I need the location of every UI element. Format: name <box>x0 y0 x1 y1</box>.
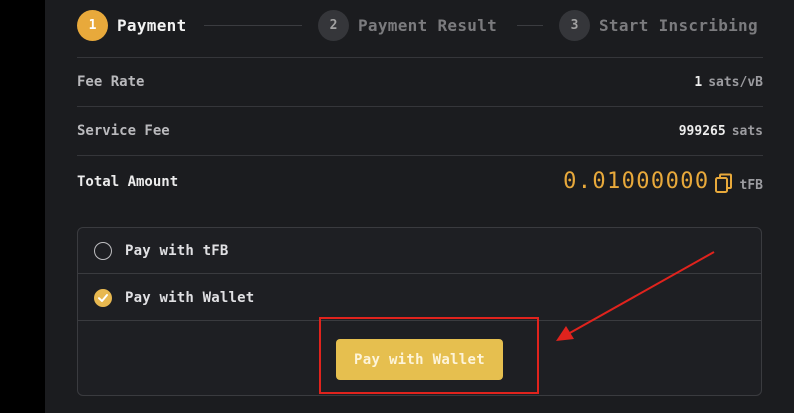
step-1-number: 1 <box>88 18 97 33</box>
step-2-label: Payment Result <box>358 16 498 35</box>
service-fee-divider <box>77 155 763 156</box>
option-label: Pay with tFB <box>125 242 229 259</box>
fee-rate-unit: sats/vB <box>708 74 763 90</box>
fee-rate-value: 1 sats/vB <box>694 75 763 90</box>
stepper-divider <box>77 57 763 58</box>
payment-method-box: Pay with tFB Pay with Wallet Pay with Wa… <box>77 227 762 396</box>
checkmark-icon <box>98 293 108 302</box>
service-fee-row: Service Fee 999265 sats <box>77 121 763 141</box>
service-fee-number: 999265 <box>678 123 726 139</box>
total-amount-unit: tFB <box>739 178 763 193</box>
service-fee-value: 999265 sats <box>679 124 763 139</box>
total-amount-label: Total Amount <box>77 174 179 190</box>
fee-rate-divider <box>77 106 763 107</box>
step-3-number: 3 <box>570 18 579 33</box>
total-amount-row: Total Amount 0.01000000 tFB <box>77 168 763 196</box>
step-3-label: Start Inscribing <box>599 16 758 35</box>
copy-icon[interactable] <box>714 173 734 195</box>
option-pay-with-wallet[interactable]: Pay with Wallet <box>78 275 761 321</box>
step-connector-2 <box>517 25 543 26</box>
step-connector-1 <box>204 25 302 26</box>
step-2-number: 2 <box>329 18 338 33</box>
step-2-indicator: 2 <box>318 10 349 41</box>
fee-rate-number: 1 <box>694 74 703 90</box>
step-3-indicator: 3 <box>559 10 590 41</box>
step-1-label: Payment <box>117 16 187 35</box>
radio-unchecked-icon[interactable] <box>94 241 112 260</box>
fee-rate-row: Fee Rate 1 sats/vB <box>77 72 763 92</box>
option-pay-with-tfb[interactable]: Pay with tFB <box>78 228 761 274</box>
total-amount-number: 0.01000000 <box>563 169 710 194</box>
step-1-indicator: 1 <box>77 10 108 41</box>
fee-rate-label: Fee Rate <box>77 74 145 90</box>
radio-checked-icon[interactable] <box>94 288 112 307</box>
pay-with-wallet-button[interactable]: Pay with Wallet <box>336 339 503 380</box>
service-fee-unit: sats <box>731 123 763 139</box>
service-fee-label: Service Fee <box>77 123 170 139</box>
total-amount-value: 0.01000000 tFB <box>563 171 763 193</box>
left-edge-strip <box>0 0 45 413</box>
progress-stepper: 1 Payment 2 Payment Result 3 Start Inscr… <box>77 10 777 42</box>
option-label: Pay with Wallet <box>125 289 255 306</box>
